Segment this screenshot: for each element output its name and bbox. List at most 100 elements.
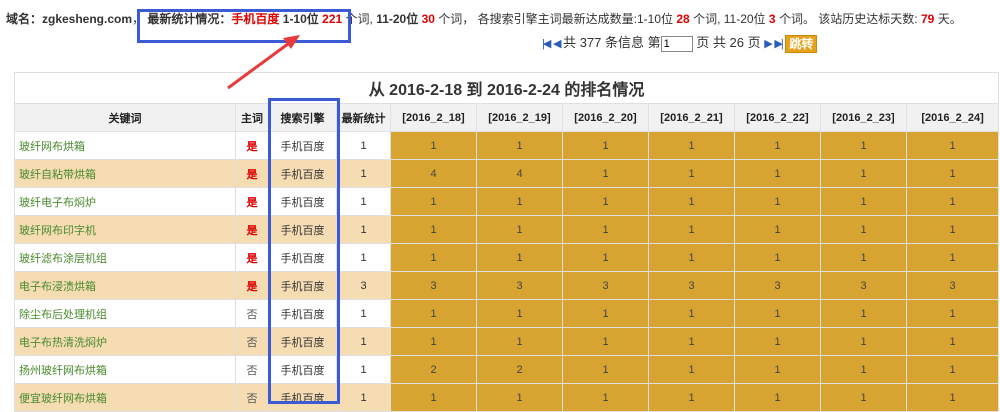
last-page-icon[interactable]: ▶| [774,38,783,50]
daily-rank-cell: 1 [476,215,563,244]
daily-rank-cell: 1 [648,187,735,216]
domain-label: 域名：zgkesheng.com [6,12,133,26]
keyword-cell[interactable]: 电子布浸渍烘箱 [14,271,236,300]
table-row: 玻纤自粘带烘箱是手机百度 1 4 4 1 1 1 1 1 [14,159,1000,188]
table-row: 便宜玻纤网布烘箱否手机百度 1 1 1 1 1 1 1 1 [14,383,1000,412]
daily-rank-cell: 1 [820,131,907,160]
daily-rank-cell: 3 [905,271,1000,300]
main-word-cell: 是 [235,131,269,160]
days-unit: 天。 [937,12,962,26]
column-header: [2016_2_21] [648,103,735,132]
keyword-cell[interactable]: 除尘布后处理机组 [14,299,236,328]
daily-rank-cell: 1 [562,243,649,272]
reach-r2-unit: 个词。 [778,12,815,26]
daily-rank-cell: 1 [734,187,821,216]
daily-rank-cell: 1 [820,355,907,384]
daily-rank-cell: 1 [562,355,649,384]
engine-cell: 手机百度 [268,131,337,160]
column-header: [2016_2_19] [476,103,563,132]
days-label: 该站历史达标天数: [818,12,918,26]
keyword-cell[interactable]: 玻纤网布烘箱 [14,131,236,160]
daily-rank-cell: 1 [648,299,735,328]
daily-rank-cell: 1 [734,131,821,160]
main-word-cell: 是 [235,243,269,272]
daily-rank-cell: 1 [648,159,735,188]
daily-rank-cell: 1 [734,327,821,356]
table-row: 电子布浸渍烘箱是手机百度 3 3 3 3 3 3 3 3 [14,271,1000,300]
daily-rank-cell: 1 [562,187,649,216]
daily-rank-cell: 1 [648,355,735,384]
latest-rank-cell: 1 [336,383,391,412]
engine-cell: 手机百度 [268,355,337,384]
engine-cell: 手机百度 [268,159,337,188]
column-header: [2016_2_22] [734,103,821,132]
go-button[interactable]: 跳转 [785,34,818,53]
daily-rank-cell: 1 [820,243,907,272]
keyword-cell[interactable]: 玻纤网布印字机 [14,215,236,244]
daily-rank-cell: 1 [476,327,563,356]
first-page-icon[interactable]: |◀ [542,38,551,50]
daily-rank-cell: 4 [390,159,477,188]
daily-rank-cell: 1 [390,299,477,328]
page-suffix: 页 [747,35,761,50]
daily-rank-cell: 3 [820,271,907,300]
daily-rank-cell: 1 [905,131,1000,160]
reach-label: 各搜索引擎主词最新达成数量:1-10位 [477,12,674,26]
daily-rank-cell: 1 [734,383,821,412]
daily-rank-cell: 3 [734,271,821,300]
daily-rank-cell: 1 [390,383,477,412]
engine-name: 手机百度 [231,12,280,26]
daily-rank-cell: 1 [390,243,477,272]
column-header: [2016_2_23] [820,103,907,132]
table-title: 从 2016-2-18 到 2016-2-24 的排名情况 [13,72,1000,104]
latest-rank-cell: 1 [336,131,391,160]
daily-rank-cell: 1 [820,327,907,356]
ranking-table: 从 2016-2-18 到 2016-2-24 的排名情况 关键词 主词 搜索引擎最… [13,72,1000,412]
keyword-cell[interactable]: 玻纤电子布焖炉 [14,187,236,216]
daily-rank-cell: 1 [390,187,477,216]
latest-rank-cell: 1 [336,355,391,384]
daily-rank-cell: 1 [734,243,821,272]
prev-page-icon[interactable]: ◀ [553,38,562,50]
daily-rank-cell: 1 [648,327,735,356]
daily-rank-cell: 1 [390,327,477,356]
arrow-head [283,35,300,49]
engine-cell: 手机百度 [268,327,337,356]
table-row: 玻纤网布烘箱是手机百度 1 1 1 1 1 1 1 1 [14,131,1000,160]
latest-rank-cell: 1 [336,299,391,328]
next-page-icon[interactable]: ▶ [764,38,773,50]
daily-rank-cell: 1 [390,131,477,160]
main-word-cell: 否 [235,383,269,412]
latest-label: 最新统计情况： [147,12,232,26]
table-row: 玻纤滤布涂层机组是手机百度 1 1 1 1 1 1 1 1 [14,243,1000,272]
page-mid: 页 共 [696,35,726,50]
keyword-cell[interactable]: 玻纤滤布涂层机组 [14,243,236,272]
latest-rank-cell: 3 [336,271,391,300]
reach-r2-count: 3 [768,12,776,26]
engine-cell: 手机百度 [268,383,337,412]
daily-rank-cell: 1 [562,131,649,160]
daily-rank-cell: 1 [820,187,907,216]
daily-rank-cell: 1 [905,383,1000,412]
keyword-cell[interactable]: 玻纤自粘带烘箱 [14,159,236,188]
daily-rank-cell: 3 [476,271,563,300]
column-header: 主词 [235,103,269,132]
table-row: 除尘布后处理机组否手机百度 1 1 1 1 1 1 1 1 [14,299,1000,328]
main-word-cell: 否 [235,299,269,328]
keyword-cell[interactable]: 扬州玻纤网布烘箱 [14,355,236,384]
daily-rank-cell: 1 [734,159,821,188]
column-header: [2016_2_18] [390,103,477,132]
column-header: 最新统计 [336,103,391,132]
keyword-cell[interactable]: 电子布热清洗焖炉 [14,327,236,356]
daily-rank-cell: 2 [390,355,477,384]
reach-r1-count: 28 [676,12,690,26]
page-input[interactable] [660,35,693,52]
daily-rank-cell: 1 [905,355,1000,384]
keyword-cell[interactable]: 便宜玻纤网布烘箱 [14,383,236,412]
engine-cell: 手机百度 [268,215,337,244]
daily-rank-cell: 1 [476,131,563,160]
reach-r2-label: 11-20位 [723,12,766,26]
table-row: 扬州玻纤网布烘箱否手机百度 1 2 2 1 1 1 1 1 [14,355,1000,384]
daily-rank-cell: 1 [476,299,563,328]
daily-rank-cell: 1 [648,215,735,244]
